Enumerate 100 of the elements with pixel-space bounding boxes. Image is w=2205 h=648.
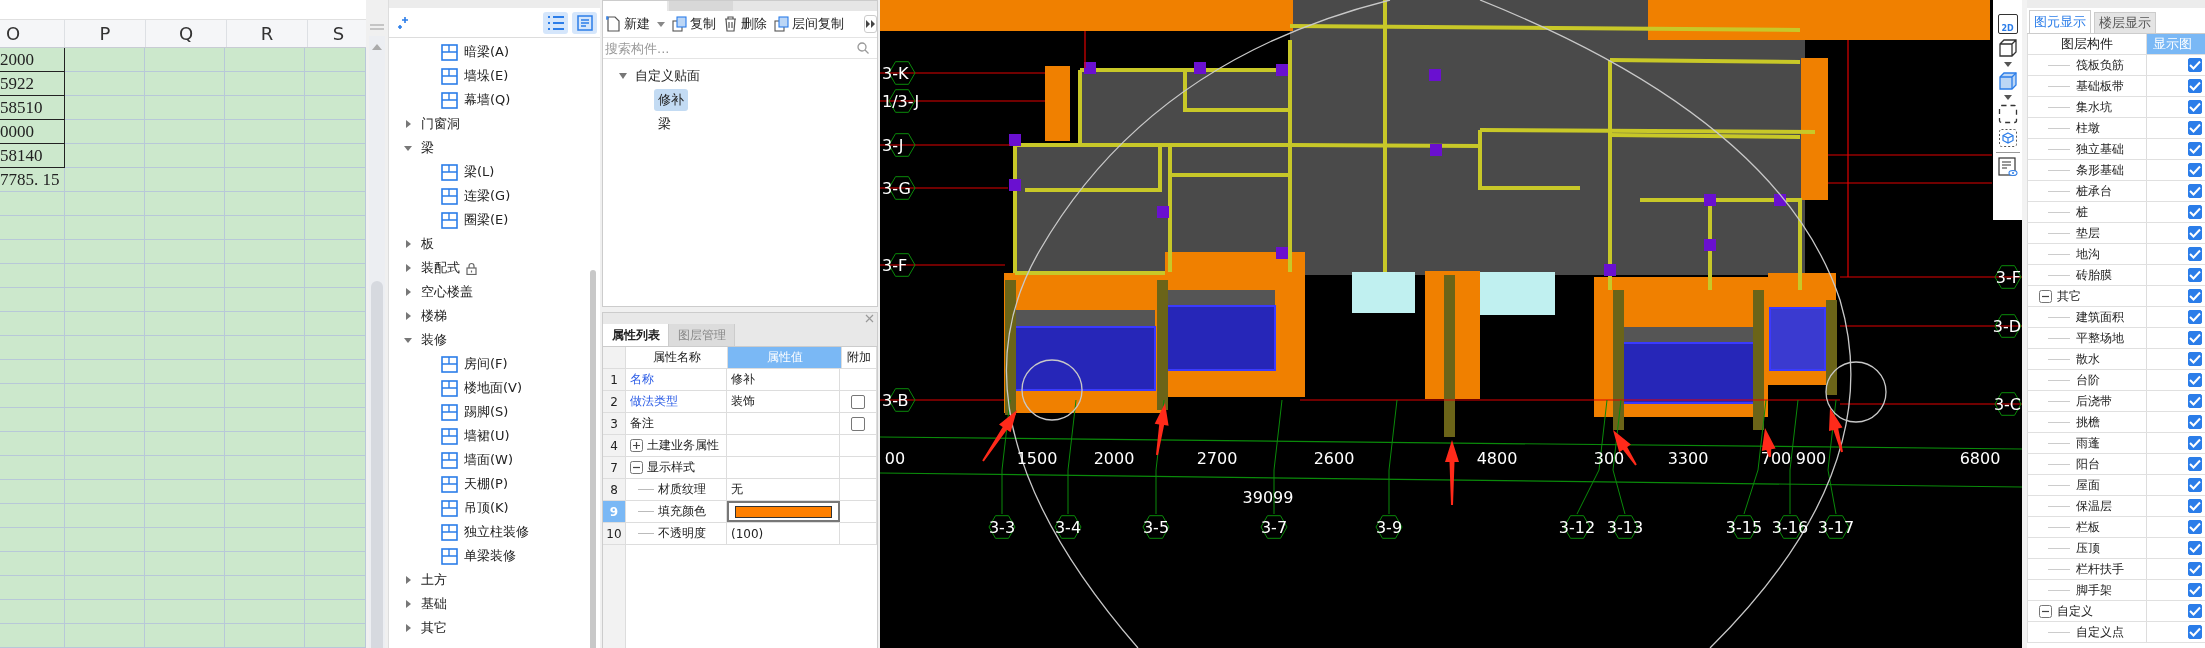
layer-item[interactable]: 阳台 [2076,455,2100,473]
tree-item[interactable]: 房间(F) [464,355,508,373]
search-icon[interactable] [857,42,869,54]
expand-caret-icon[interactable] [404,240,412,248]
tree-item[interactable]: 梁 [654,113,675,135]
tree-item[interactable]: 墙面(W) [464,451,513,469]
checkbox[interactable] [2188,142,2202,156]
tree-item[interactable]: 吊顶(K) [464,499,509,517]
layer-item[interactable]: 柱墩 [2076,119,2100,137]
tree-item[interactable]: 楼地面(V) [464,379,523,397]
collapse-icon[interactable] [2039,604,2052,618]
tree-item[interactable]: 修补 [654,89,688,111]
checkbox[interactable] [2188,226,2202,240]
checkbox[interactable] [851,394,865,409]
layer-item[interactable]: 垫层 [2076,224,2100,242]
layer-item[interactable]: 筏板负筋 [2076,56,2124,74]
tab[interactable]: 图元显示 [2029,10,2091,33]
tree-item[interactable]: 单梁装修 [464,547,516,565]
expand-caret-icon[interactable] [404,120,412,128]
checkbox[interactable] [2188,79,2202,93]
tree-item[interactable]: 自定义贴面 [635,67,700,85]
checkbox[interactable] [2188,394,2202,408]
toolbar-button[interactable]: 复制 [672,15,716,33]
layer-item[interactable]: 栏板 [2076,518,2100,536]
tree-item[interactable]: 墙垛(E) [464,67,509,85]
tree-item[interactable]: 基础 [421,595,447,613]
column-header[interactable]: Q [146,20,227,47]
layer-item[interactable]: 脚手架 [2076,581,2112,599]
layer-item[interactable]: 独立基础 [2076,140,2124,158]
layer-item[interactable]: 桩承台 [2076,182,2112,200]
tab[interactable]: 属性列表 [603,324,669,346]
toolbar-button[interactable]: 新建 [606,15,665,33]
checkbox[interactable] [2188,268,2202,282]
scrollbar[interactable] [590,270,596,648]
expand-caret-icon[interactable] [404,576,412,584]
layer-item[interactable]: 条形基础 [2076,161,2124,179]
collapse-caret-icon[interactable] [404,336,412,344]
checkbox[interactable] [2188,289,2202,303]
tree-item[interactable]: 天棚(P) [464,475,508,493]
detail-view-button[interactable] [572,11,597,34]
layer-item[interactable]: 建筑面积 [2076,308,2124,326]
tree-item[interactable]: 连梁(G) [464,187,511,205]
checkbox[interactable] [2188,58,2202,72]
scrollbar[interactable] [369,36,385,648]
layer-item[interactable]: 屋面 [2076,476,2100,494]
checkbox[interactable] [2188,352,2202,366]
tree-item[interactable]: 空心楼盖 [421,283,473,301]
tab[interactable]: 楼层显示 [2094,12,2156,33]
expand-caret-icon[interactable] [404,624,412,632]
checkbox[interactable] [2188,625,2202,639]
layer-item[interactable]: 台阶 [2076,371,2100,389]
fit-view-icon[interactable] [1997,104,2018,124]
expand-caret-icon[interactable] [404,600,412,608]
dropdown-caret-icon[interactable] [657,21,665,27]
view-2d-button[interactable]: 2D [1997,14,2018,34]
tree-item[interactable]: 装配式 [421,259,460,277]
column-header[interactable]: R [227,20,308,47]
sparkle-icon[interactable] [397,15,411,30]
layer-group[interactable]: 其它 [2057,287,2081,305]
expand-caret-icon[interactable] [404,312,412,320]
toolbar-button[interactable]: 层间复制 [774,15,844,33]
expand-caret-icon[interactable] [404,264,412,272]
layer-item[interactable]: 集水坑 [2076,98,2112,116]
checkbox[interactable] [2188,373,2202,387]
tree-item[interactable]: 门窗洞 [421,115,460,133]
checkbox[interactable] [2188,583,2202,597]
collapse-caret-icon[interactable] [619,73,627,79]
collapse-icon[interactable] [2039,289,2052,303]
list-view-button[interactable] [543,11,568,34]
list-eye-icon[interactable] [1997,157,2018,177]
checkbox[interactable] [2188,520,2202,534]
checkbox[interactable] [2188,541,2202,555]
close-icon[interactable] [865,314,874,323]
layer-item[interactable]: 平整场地 [2076,329,2124,347]
caret-icon[interactable] [2003,95,2012,100]
checkbox[interactable] [2188,457,2202,471]
checkbox[interactable] [2188,436,2202,450]
color-swatch[interactable] [735,505,832,518]
layer-item[interactable]: 栏杆扶手 [2076,560,2124,578]
caret-icon[interactable] [2003,62,2012,67]
layer-item[interactable]: 后浇带 [2076,392,2112,410]
checkbox[interactable] [2188,604,2202,618]
layer-item[interactable]: 雨蓬 [2076,434,2100,452]
tree-item[interactable]: 踢脚(S) [464,403,509,421]
layer-item[interactable]: 基础板带 [2076,77,2124,95]
tree-item[interactable]: 其它 [421,619,447,637]
tree-item[interactable]: 装修 [421,331,447,349]
column-header[interactable]: P [65,20,146,47]
more-button[interactable] [864,15,877,33]
collapse-caret-icon[interactable] [404,144,412,152]
checkbox[interactable] [2188,310,2202,324]
checkbox[interactable] [2188,415,2202,429]
tree-item[interactable]: 暗梁(A) [464,43,510,61]
checkbox[interactable] [2188,184,2202,198]
expand-icon[interactable] [630,439,643,452]
layer-item[interactable]: 自定义点 [2076,623,2124,641]
layer-item[interactable]: 保温层 [2076,497,2112,515]
tree-item[interactable]: 梁 [421,139,434,157]
checkbox[interactable] [2188,331,2202,345]
toolbar-button[interactable]: 删除 [723,15,767,33]
